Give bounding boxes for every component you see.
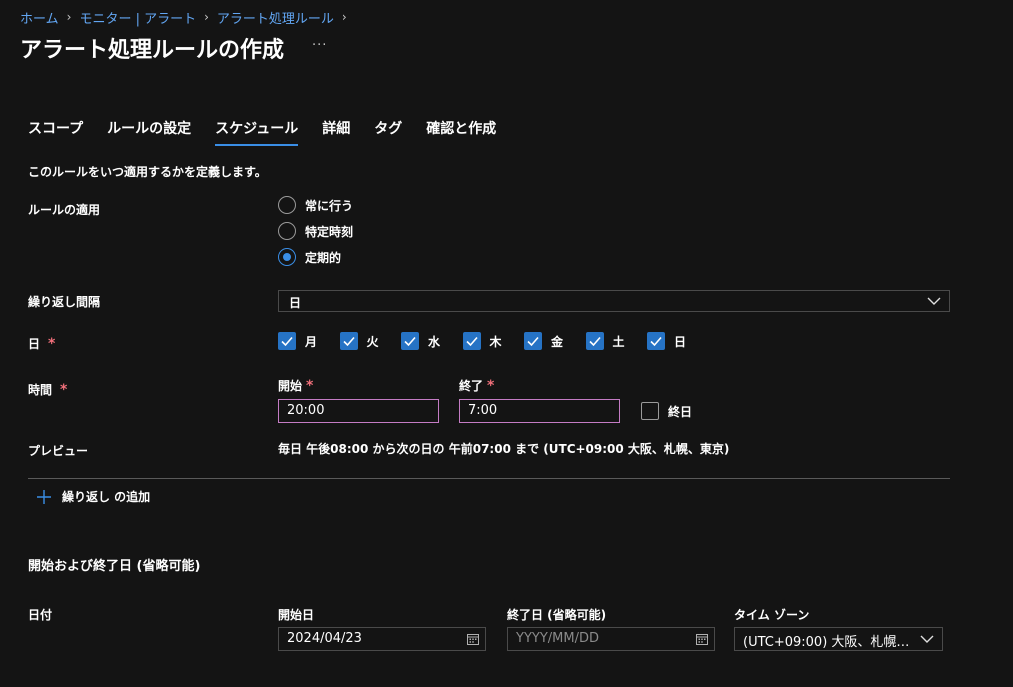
chevron-right-icon: ›: [66, 10, 72, 24]
repeat-interval-label: 繰り返し間隔: [28, 295, 101, 309]
checkmark-icon: [465, 336, 478, 347]
breadcrumb: ホーム › モニター | アラート › アラート処理ルール ›: [20, 8, 347, 27]
checkbox-checked[interactable]: [647, 332, 665, 350]
add-repeat-label: 繰り返し の追加: [62, 490, 151, 504]
end-time-input[interactable]: 7:00: [459, 399, 620, 423]
radio-button[interactable]: [278, 196, 296, 214]
checkbox-checked[interactable]: [278, 332, 296, 350]
day-label: 木: [489, 334, 502, 349]
checkmark-icon: [342, 336, 355, 347]
day-label: 水: [428, 334, 441, 349]
checkbox-unchecked[interactable]: [641, 402, 659, 420]
tab-review-create[interactable]: 確認と作成: [426, 118, 496, 146]
add-repeat-button[interactable]: 繰り返し の追加: [36, 488, 150, 505]
checkmark-icon: [588, 336, 601, 347]
day-label: 金: [551, 334, 564, 349]
start-date-value: 2024/04/23: [287, 631, 362, 646]
date-row-label: 日付: [28, 608, 53, 622]
day-checkbox-tue[interactable]: 火: [339, 331, 402, 351]
checkmark-icon: [281, 336, 293, 347]
end-date-input[interactable]: YYYY/MM/DD: [507, 627, 715, 651]
timezone-select[interactable]: (UTC+09:00) 大阪、札幌…: [734, 627, 943, 651]
start-time-label-text: 開始: [278, 379, 303, 393]
time-label-text: 時間: [28, 383, 53, 397]
required-mark: *: [487, 378, 495, 394]
tab-tags[interactable]: タグ: [374, 118, 402, 146]
radio-recurring[interactable]: 定期的: [278, 247, 341, 267]
day-checkbox-fri[interactable]: 金: [524, 331, 586, 351]
all-day-label: 終日: [668, 404, 693, 419]
tab-schedule[interactable]: スケジュール: [215, 118, 299, 146]
start-date-input[interactable]: 2024/04/23: [278, 627, 486, 651]
start-time-input[interactable]: 20:00: [278, 399, 439, 423]
calendar-icon[interactable]: [696, 633, 708, 645]
radio-label: 定期的: [305, 250, 342, 265]
checkbox-checked[interactable]: [339, 332, 358, 350]
day-label: 火: [366, 334, 379, 349]
required-mark: *: [60, 382, 68, 398]
timezone-label: タイム ゾーン: [734, 608, 810, 622]
timezone-value: (UTC+09:00) 大阪、札幌…: [743, 635, 910, 650]
radio-label: 特定時刻: [305, 224, 354, 239]
days-label-text: 日: [28, 337, 41, 351]
day-checkbox-wed[interactable]: 水: [401, 331, 463, 351]
checkbox-checked[interactable]: [401, 332, 419, 350]
day-checkbox-sat[interactable]: 土: [585, 331, 648, 351]
day-checkboxes: 月 火 水 木 金 土 日: [278, 331, 709, 351]
chevron-right-icon: ›: [341, 10, 347, 24]
checkbox-checked[interactable]: [524, 332, 542, 350]
end-time-label-text: 終了: [459, 379, 484, 393]
repeat-interval-select[interactable]: 日: [278, 290, 950, 312]
day-checkbox-thu[interactable]: 木: [462, 331, 525, 351]
chevron-down-icon: [920, 635, 934, 643]
end-date-label: 終了日 (省略可能): [507, 608, 607, 622]
plus-icon: [37, 489, 51, 504]
day-label: 月: [305, 334, 318, 349]
tab-rule-settings[interactable]: ルールの設定: [107, 118, 191, 146]
tab-scope[interactable]: スコープ: [28, 118, 83, 146]
end-time-label: 終了 *: [459, 377, 494, 394]
section-title-date-range: 開始および終了日 (省略可能): [28, 559, 201, 574]
day-label: 土: [612, 334, 625, 349]
preview-text: 毎日 午後08:00 から次の日の 午前07:00 まで (UTC+09:00 …: [278, 442, 730, 456]
checkmark-icon: [404, 336, 416, 347]
page-title: アラート処理ルールの作成: [20, 38, 285, 63]
radio-button-selected[interactable]: [278, 248, 296, 266]
time-label: 時間 *: [28, 381, 67, 398]
chevron-down-icon: [927, 297, 941, 305]
preview-label: プレビュー: [28, 444, 89, 458]
checkmark-icon: [527, 336, 539, 347]
start-date-label: 開始日: [278, 608, 315, 622]
more-options-button[interactable]: ···: [312, 38, 327, 53]
radio-always[interactable]: 常に行う: [278, 195, 353, 215]
day-checkbox-mon[interactable]: 月: [278, 331, 340, 351]
breadcrumb-alert-rules-link[interactable]: アラート処理ルール: [217, 8, 334, 27]
checkmark-icon: [650, 336, 662, 347]
divider: [28, 478, 950, 479]
day-checkbox-sun[interactable]: 日: [647, 331, 709, 351]
repeat-interval-value: 日: [289, 296, 302, 310]
start-time-label: 開始 *: [278, 377, 313, 394]
day-label: 日: [674, 334, 687, 349]
end-date-placeholder: YYYY/MM/DD: [516, 631, 599, 646]
radio-button[interactable]: [278, 222, 296, 240]
tab-details[interactable]: 詳細: [322, 118, 350, 146]
calendar-icon[interactable]: [467, 633, 479, 645]
breadcrumb-monitor-link[interactable]: モニター | アラート: [79, 8, 196, 27]
tab-list: スコープ ルールの設定 スケジュール 詳細 タグ 確認と作成: [28, 118, 496, 148]
checkbox-checked[interactable]: [585, 332, 604, 350]
required-mark: *: [306, 378, 314, 394]
all-day-checkbox[interactable]: 終日: [641, 402, 692, 420]
breadcrumb-home-link[interactable]: ホーム: [20, 8, 59, 27]
apply-rule-label: ルールの適用: [28, 203, 101, 217]
schedule-description: このルールをいつ適用するかを定義します。: [28, 165, 267, 179]
radio-label: 常に行う: [305, 198, 354, 213]
required-mark: *: [48, 336, 56, 352]
checkbox-checked[interactable]: [462, 332, 481, 350]
radio-specific-time[interactable]: 特定時刻: [278, 221, 353, 241]
days-label: 日 *: [28, 335, 55, 352]
chevron-right-icon: ›: [204, 10, 209, 24]
